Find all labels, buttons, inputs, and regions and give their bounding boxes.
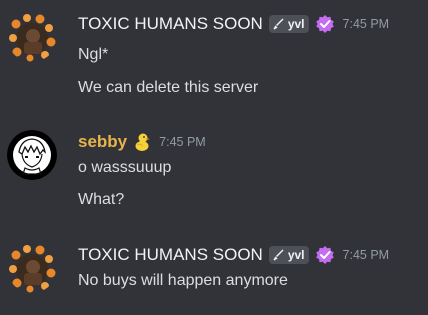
username[interactable]: TOXIC HUMANS SOON [78,12,263,36]
verified-badge-icon [315,14,335,34]
message-line: Ngl* [78,46,109,63]
server-tag[interactable]: yvl [268,246,309,264]
timestamp[interactable]: 7:45 PM [343,248,390,262]
message-line: o wasssuuup [78,159,172,176]
username[interactable]: TOXIC HUMANS SOON [78,243,263,267]
timestamp[interactable]: 7:45 PM [159,135,206,149]
server-tag[interactable]: yvl [268,15,309,33]
tag-label: yvl [287,17,305,31]
orange-avatar [7,243,57,293]
message-header: sebby 7:45 PM [78,130,206,154]
orange-avatar [7,12,57,62]
anime-avatar [7,130,57,180]
duck-emoji-icon [133,132,151,152]
timestamp[interactable]: 7:45 PM [343,17,390,31]
sword-icon [273,18,284,30]
verified-badge-icon [315,245,335,265]
avatar[interactable] [7,243,57,293]
avatar[interactable] [7,12,57,62]
message-header: TOXIC HUMANS SOON yvl 7:45 PM [78,12,389,36]
message-line: What? [78,191,125,208]
tag-label: yvl [287,248,305,262]
avatar[interactable] [7,130,57,180]
message-line: No buys will happen anymore [78,272,288,289]
sword-icon [273,249,284,261]
username[interactable]: sebby [78,130,127,154]
message-header: TOXIC HUMANS SOON yvl 7:45 PM [78,243,389,267]
message-line: We can delete this server [78,79,259,96]
